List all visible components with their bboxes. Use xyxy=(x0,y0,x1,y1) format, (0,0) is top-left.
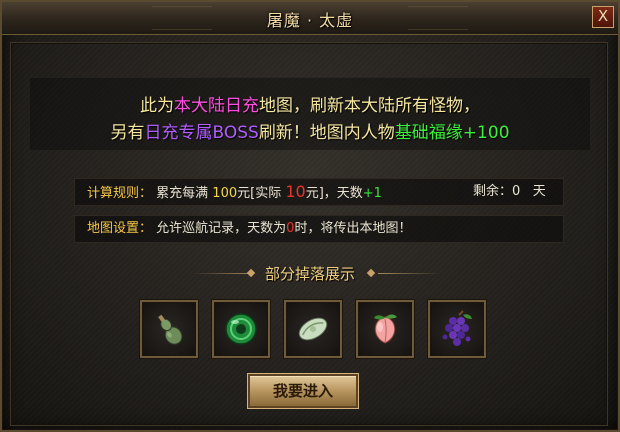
remaining-label: 剩余： xyxy=(473,184,513,199)
description-line-2: 另有日充专属BOSS刷新！地图内人物基础福缘+100 xyxy=(30,118,590,143)
jade-pendant-icon xyxy=(298,317,328,341)
desc-text: 地图，刷新本大陆所有怪物， xyxy=(259,96,480,116)
drop-item-slot-5[interactable] xyxy=(428,300,486,358)
grapes-icon xyxy=(442,310,472,346)
settings-row: 地图设置： 允许巡航记录，天数为0时，将传出本地图！ xyxy=(74,215,564,243)
drops-title: 部分掉落展示 xyxy=(264,265,355,283)
rules-text: 元[实际 xyxy=(237,186,286,201)
actual-amount: 10 xyxy=(285,182,306,201)
drop-item-slot-1[interactable] xyxy=(140,300,198,358)
recharge-amount: 100 xyxy=(212,186,238,201)
remaining-value: 0 xyxy=(512,184,521,199)
fortune-bonus: 基础福缘+100 xyxy=(394,123,510,143)
remaining-unit: 天 xyxy=(532,184,546,199)
rules-text: 元]，天数 xyxy=(305,186,363,201)
desc-text: 另有 xyxy=(110,123,145,143)
peach-icon xyxy=(374,314,397,344)
jade-bead-icon xyxy=(225,313,257,345)
title-bar: 屠魔 · 太虚 X xyxy=(2,2,618,35)
dialog-window: 屠魔 · 太虚 X 此为本大陆日充地图，刷新本大陆所有怪物， 另有日充专属BOS… xyxy=(0,0,620,432)
settings-text: 允许巡航记录，天数为 xyxy=(156,221,287,236)
rules-label: 计算规则： xyxy=(87,186,153,201)
rules-row: 计算规则： 累充每满 100元[实际 10元]，天数+1 剩余：0 天 xyxy=(74,178,564,206)
desc-highlight: 本大陆日充 xyxy=(174,96,259,116)
drops-divider-right xyxy=(378,273,440,274)
days-increment: +1 xyxy=(362,186,382,201)
enter-button[interactable]: 我要进入 xyxy=(248,374,358,408)
boss-highlight: 日充专属BOSS xyxy=(144,123,259,143)
window-title: 屠魔 · 太虚 xyxy=(266,11,354,30)
remaining-days: 剩余：0 天 xyxy=(473,179,546,205)
description-line-1: 此为本大陆日充地图，刷新本大陆所有怪物， xyxy=(30,91,590,116)
rules-text: 累充每满 xyxy=(156,186,213,201)
drop-item-slot-4[interactable] xyxy=(356,300,414,358)
description-panel: 此为本大陆日充地图，刷新本大陆所有怪物， 另有日充专属BOSS刷新！地图内人物基… xyxy=(30,77,590,150)
drop-item-slot-3[interactable] xyxy=(284,300,342,358)
settings-text: 时，将传出本地图！ xyxy=(294,221,412,236)
drop-item-slot-2[interactable] xyxy=(212,300,270,358)
desc-text: 刷新！地图内人物 xyxy=(258,123,395,143)
desc-text: 此为 xyxy=(140,96,174,116)
gourd-icon xyxy=(158,314,183,345)
settings-label: 地图设置： xyxy=(87,221,153,236)
close-button[interactable]: X xyxy=(592,6,614,28)
